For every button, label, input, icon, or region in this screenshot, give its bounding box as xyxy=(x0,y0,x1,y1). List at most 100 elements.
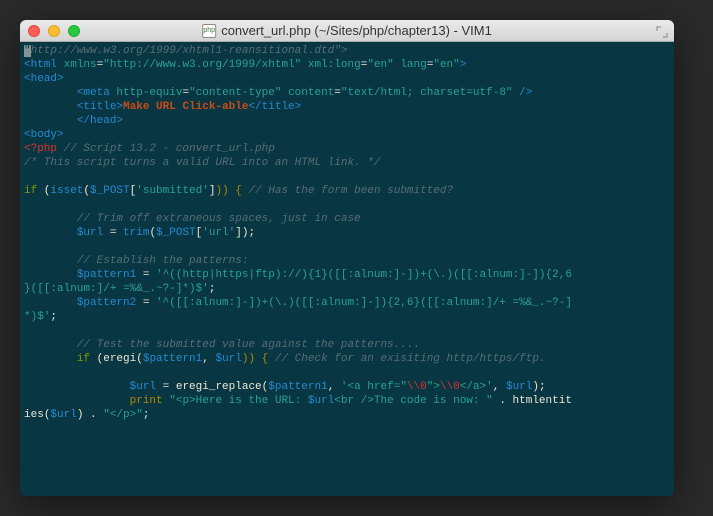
code-text: , xyxy=(328,381,341,393)
code-text: = xyxy=(103,227,123,239)
code-text: '^((http|https|ftp)://){1}([[:alnum:]-])… xyxy=(156,269,572,281)
code-text: = xyxy=(156,381,176,393)
window-title: convert_url.php (~/Sites/php/chapter13) … xyxy=(221,23,492,38)
code-text: long xyxy=(334,59,360,71)
code-text: $url xyxy=(506,381,532,393)
code-text: </title> xyxy=(248,101,301,113)
code-text: // Test the submitted value against the … xyxy=(24,339,420,351)
code-text: "en" xyxy=(433,59,459,71)
code-text: <head> xyxy=(24,73,64,85)
code-text: if xyxy=(24,185,37,197)
code-text: 'submitted' xyxy=(136,185,209,197)
code-text: = xyxy=(136,297,156,309)
code-text: )) { xyxy=(215,185,241,197)
code-text: $pattern1 xyxy=(143,353,202,365)
code-text xyxy=(24,87,77,99)
code-text: xml: xyxy=(301,59,334,71)
code-text: 'url' xyxy=(202,227,235,239)
cursor: " xyxy=(24,45,31,57)
code-text: $url xyxy=(77,227,103,239)
file-icon: php xyxy=(202,24,216,38)
code-text: }([[:alnum:]/+ =%&_.~?-]*)$' xyxy=(24,283,209,295)
code-text: ( xyxy=(37,185,50,197)
code-text: </a>' xyxy=(460,381,493,393)
code-text xyxy=(24,297,77,309)
code-text: // Establish the patterns: xyxy=(24,255,248,267)
code-text: \\0 xyxy=(407,381,427,393)
code-text: $url xyxy=(308,395,334,407)
editor-window: php convert_url.php (~/Sites/php/chapter… xyxy=(20,20,674,496)
code-text: <body> xyxy=(24,129,64,141)
code-text: trim xyxy=(123,227,149,239)
code-editor[interactable]: "http://www.w3.org/1999/xhtml1-reansitio… xyxy=(20,42,674,496)
close-icon[interactable] xyxy=(28,25,40,37)
code-text: print xyxy=(130,395,163,407)
code-text: "http://www.w3.org/1999/xhtml" xyxy=(103,59,301,71)
code-text: \\0 xyxy=(440,381,460,393)
code-text xyxy=(24,395,130,407)
minimize-icon[interactable] xyxy=(48,25,60,37)
code-text: $_POST xyxy=(156,227,196,239)
code-text: http://www.w3.org/1999/xhtml1-reansition… xyxy=(31,45,348,57)
code-text: isset xyxy=(50,185,83,197)
code-text xyxy=(24,227,77,239)
code-text: <br />The code is now: " xyxy=(334,395,492,407)
code-text: $pattern2 xyxy=(77,297,136,309)
code-text: . xyxy=(493,395,513,407)
code-text: // Check for an exisiting http/https/ftp… xyxy=(268,353,545,365)
code-text: htmlentit xyxy=(513,395,572,407)
code-text: eregi xyxy=(103,353,136,365)
code-text: Make URL Click-able xyxy=(123,101,248,113)
code-text: /> xyxy=(513,87,533,99)
code-text: = xyxy=(136,269,156,281)
code-text xyxy=(24,101,77,113)
code-text: <title> xyxy=(77,101,123,113)
code-text: $pattern1 xyxy=(268,381,327,393)
code-text: "> xyxy=(427,381,440,393)
code-text: ; xyxy=(209,283,216,295)
code-text: ) . xyxy=(77,409,103,421)
traffic-lights xyxy=(28,25,80,37)
code-text: "en" xyxy=(367,59,393,71)
code-text: '<a href=" xyxy=(341,381,407,393)
code-text: > xyxy=(460,59,467,71)
titlebar[interactable]: php convert_url.php (~/Sites/php/chapter… xyxy=(20,20,674,42)
code-text xyxy=(24,353,77,365)
code-text: <?php xyxy=(24,143,57,155)
code-text: '^([[:alnum:]-])+(\.)([[:alnum:]-]){2,6}… xyxy=(156,297,572,309)
code-text: if xyxy=(77,353,90,365)
code-text: ( xyxy=(90,353,103,365)
code-text: = xyxy=(334,87,341,99)
code-text xyxy=(24,381,130,393)
code-text: eregi_replace xyxy=(176,381,262,393)
fullscreen-icon[interactable] xyxy=(656,25,668,37)
code-text: , xyxy=(493,381,506,393)
code-text: "content-type" xyxy=(189,87,281,99)
code-text: // Has the form been submitted? xyxy=(242,185,453,197)
code-text: <meta xyxy=(77,87,110,99)
code-text: $_POST xyxy=(90,185,130,197)
code-text: ; xyxy=(50,311,57,323)
code-text: "text/html; charset=utf-8" xyxy=(341,87,513,99)
code-text: "<p>Here is the URL: xyxy=(163,395,308,407)
code-text: ( xyxy=(136,353,143,365)
code-text: "</p>" xyxy=(103,409,143,421)
code-text xyxy=(24,115,77,127)
code-text: // Trim off extraneous spaces, just in c… xyxy=(24,213,361,225)
code-text: <html xyxy=(24,59,57,71)
code-text: http-equiv xyxy=(110,87,183,99)
code-text: lang xyxy=(394,59,427,71)
code-text: content xyxy=(281,87,334,99)
code-text: // Script 13.2 - convert_url.php xyxy=(57,143,275,155)
code-text: )) { xyxy=(242,353,268,365)
code-text: ies xyxy=(24,409,44,421)
code-text: /* This script turns a valid URL into an… xyxy=(24,157,380,169)
code-text: $pattern1 xyxy=(77,269,136,281)
zoom-icon[interactable] xyxy=(68,25,80,37)
code-text: $url xyxy=(50,409,76,421)
code-text: *)$' xyxy=(24,311,50,323)
code-text xyxy=(24,269,77,281)
title-area: php convert_url.php (~/Sites/php/chapter… xyxy=(202,23,492,38)
code-text: $url xyxy=(130,381,156,393)
code-text: ; xyxy=(143,409,150,421)
